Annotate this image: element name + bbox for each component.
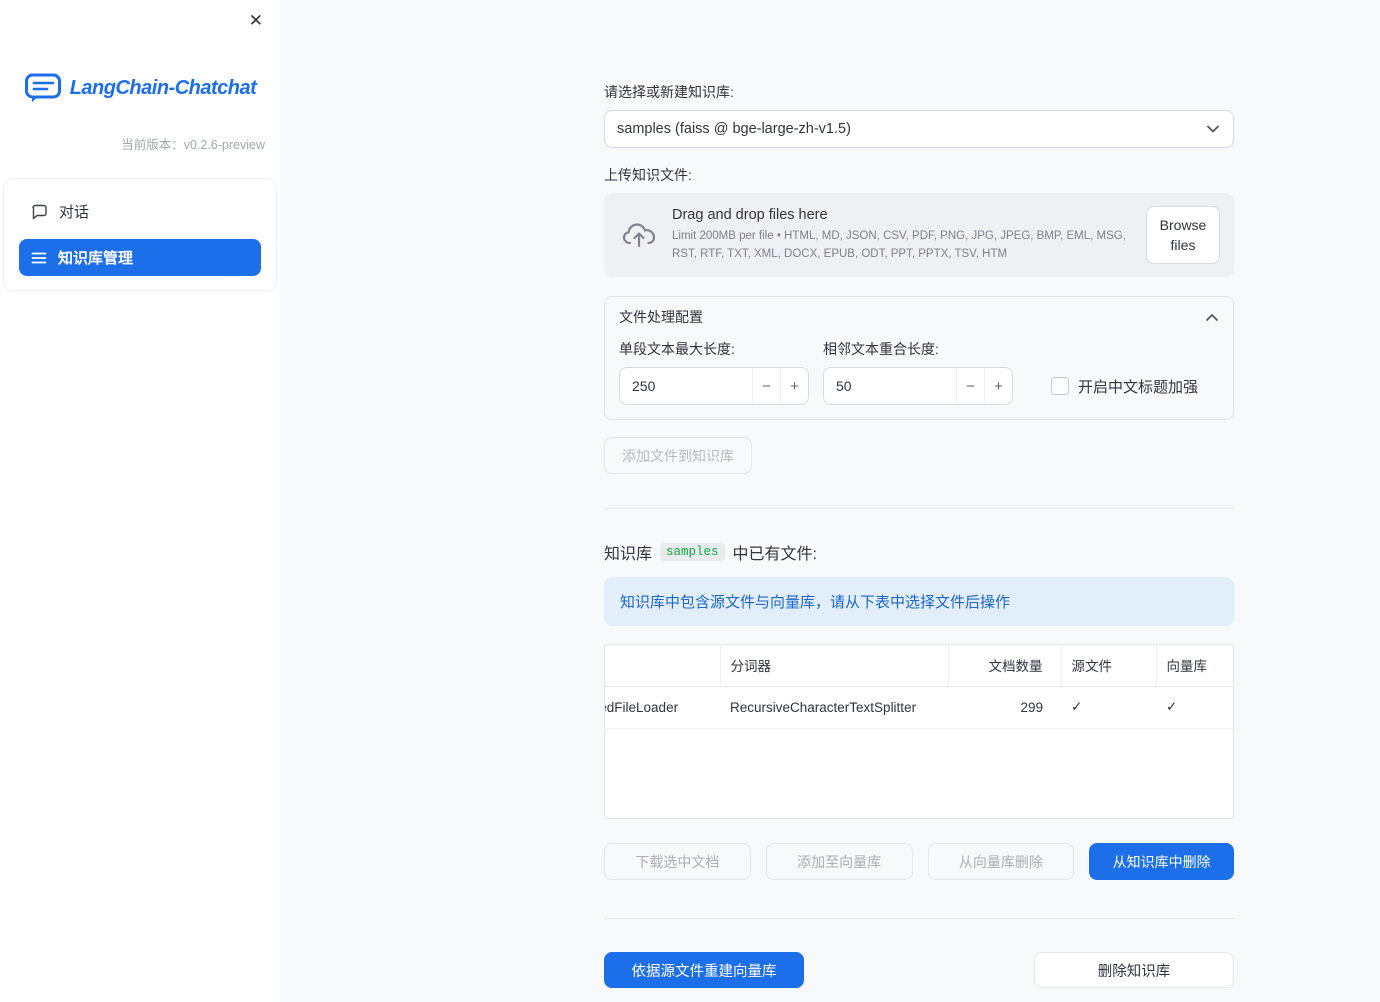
rebuild-vector-store-button[interactable]: 依据源文件重建向量库 [604, 952, 804, 988]
minus-stepper-icon[interactable]: − [956, 368, 984, 404]
file-config-expander: 文件处理配置 单段文本最大长度: 250 − + 相邻文本重合长度: 50 − … [604, 296, 1234, 420]
max-length-label: 单段文本最大长度: [619, 341, 735, 357]
sidebar-item-label: 知识库管理 [58, 250, 134, 267]
cell-vector-store-check: ✓ [1156, 686, 1233, 729]
files-table: 文档加载器 分词器 文档数量 源文件 向量库 UnstructuredFileL… [604, 644, 1234, 819]
uploader-texts: Drag and drop files here Limit 200MB per… [672, 207, 1130, 263]
kb-select-label: 请选择或新建知识库: [604, 84, 734, 100]
cell-loader: UnstructuredFileLoader [605, 686, 720, 729]
expander-header[interactable]: 文件处理配置 [605, 297, 1233, 337]
sidebar-item-dialogue[interactable]: 对话 [19, 193, 261, 230]
upload-label: 上传知识文件: [604, 167, 692, 183]
plus-stepper-icon[interactable]: + [780, 368, 808, 404]
app-logo: LangChain-Chatchat [0, 72, 280, 104]
divider [604, 508, 1234, 509]
existing-files-line: 知识库 samples 中已有文件: [604, 540, 1234, 564]
delete-kb-button[interactable]: 删除知识库 [1034, 952, 1234, 988]
col-header-doc-count: 文档数量 [948, 645, 1062, 687]
overlap-value[interactable]: 50 [824, 368, 956, 404]
delete-from-kb-button[interactable]: 从知识库中删除 [1089, 843, 1234, 880]
max-length-input: 250 − + [619, 367, 809, 405]
col-header-splitter: 分词器 [720, 645, 949, 687]
info-banner: 知识库中包含源文件与向量库，请从下表中选择文件后操作 [604, 577, 1234, 626]
cell-splitter: RecursiveCharacterTextSplitter [720, 686, 948, 729]
checkbox-label: 开启中文标题加强 [1078, 378, 1199, 396]
add-to-vector-store-button[interactable]: 添加至向量库 [765, 843, 913, 880]
table-row[interactable]: UnstructuredFileLoader RecursiveCharacte… [605, 686, 1233, 729]
kb-select[interactable]: samples (faiss @ bge-large-zh-v1.5) [604, 110, 1234, 148]
browse-files-button[interactable]: Browse files [1146, 205, 1220, 265]
sidebar-item-knowledge-base[interactable]: 知识库管理 [19, 239, 261, 276]
chat-logo-icon [24, 72, 62, 104]
drag-drop-text: Drag and drop files here [672, 207, 828, 224]
col-header-source-file: 源文件 [1061, 645, 1157, 687]
cell-doc-count: 299 [948, 686, 1061, 729]
sidebar: ✕ LangChain-Chatchat 当前版本：v0.2.6-preview… [0, 0, 280, 1002]
cell-source-file-check: ✓ [1061, 686, 1156, 729]
sidebar-close-icon[interactable]: ✕ [245, 8, 267, 33]
checkbox-box [1051, 377, 1069, 395]
file-dropzone[interactable]: Drag and drop files here Limit 200MB per… [604, 193, 1234, 277]
chat-bubble-icon [31, 204, 48, 220]
app-logo-text: LangChain-Chatchat [69, 76, 257, 99]
download-selected-button[interactable]: 下载选中文档 [604, 843, 751, 880]
minus-stepper-icon[interactable]: − [752, 368, 780, 404]
table-header-row: 文档加载器 分词器 文档数量 源文件 向量库 [605, 645, 1233, 687]
main-area: 请选择或新建知识库: samples (faiss @ bge-large-zh… [280, 0, 1380, 1002]
overlap-input: 50 − + [823, 367, 1013, 405]
sidebar-nav: 对话 知识库管理 [3, 178, 277, 291]
expander-title: 文件处理配置 [619, 309, 703, 325]
chevron-down-icon [1205, 124, 1221, 134]
existing-prefix: 知识库 [604, 546, 653, 563]
divider [604, 918, 1234, 919]
col-header-vector-store: 向量库 [1156, 645, 1233, 687]
col-header-loader: 文档加载器 [605, 645, 721, 687]
existing-suffix: 中已有文件: [732, 546, 817, 563]
kb-name-code: samples [660, 543, 725, 561]
kb-select-value: samples (faiss @ bge-large-zh-v1.5) [617, 121, 851, 137]
add-files-button[interactable]: 添加文件到知识库 [604, 437, 752, 474]
delete-from-vector-store-button[interactable]: 从向量库删除 [927, 843, 1075, 880]
sidebar-item-label: 对话 [59, 204, 90, 221]
list-icon [31, 251, 47, 265]
chevron-up-icon [1205, 313, 1219, 322]
plus-stepper-icon[interactable]: + [984, 368, 1012, 404]
cloud-upload-icon [622, 222, 656, 248]
zh-title-enhance-checkbox[interactable]: 开启中文标题加强 [1051, 367, 1198, 405]
version-text: 当前版本：v0.2.6-preview [121, 138, 265, 152]
upload-limit-text: Limit 200MB per file • HTML, MD, JSON, C… [672, 230, 1126, 260]
kb-actions: 依据源文件重建向量库 删除知识库 [604, 952, 1234, 988]
overlap-label: 相邻文本重合长度: [823, 341, 939, 357]
max-length-value[interactable]: 250 [620, 368, 752, 404]
row-actions: 下载选中文档 添加至向量库 从向量库删除 从知识库中删除 [604, 843, 1234, 880]
